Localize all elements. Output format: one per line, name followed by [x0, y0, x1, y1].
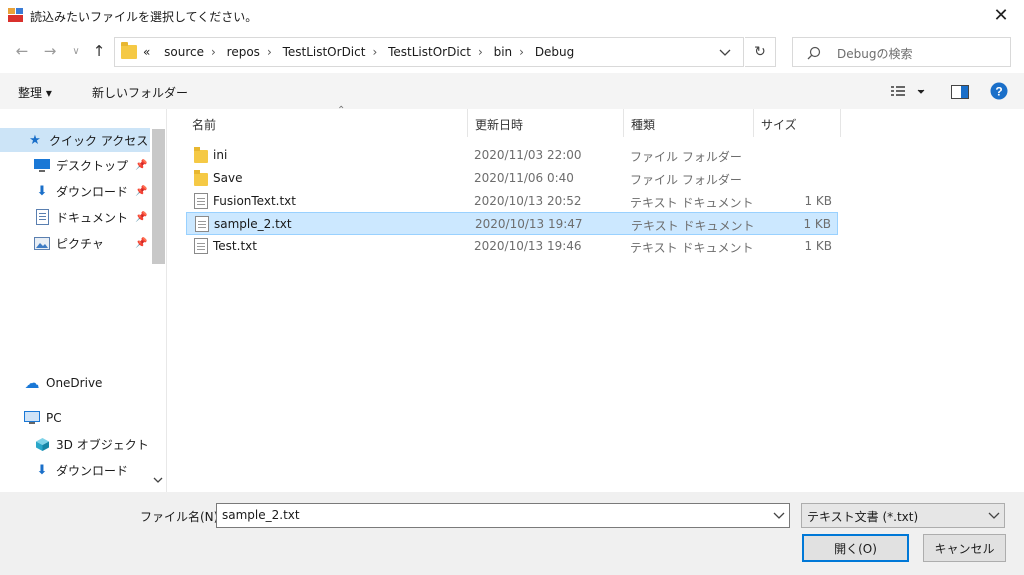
close-icon: ✕ — [993, 5, 1009, 26]
search-icon — [807, 46, 821, 60]
address-dropdown-icon[interactable] — [719, 49, 731, 57]
column-header-type[interactable]: 種類 — [624, 109, 754, 137]
cancel-button[interactable]: キャンセル — [923, 534, 1006, 562]
sidebar-item-label: デスクトップ — [56, 158, 129, 173]
arrow-up-icon: ↑ — [92, 42, 106, 60]
organize-button[interactable]: 整理 ▾ — [18, 84, 52, 101]
chevron-down-icon[interactable] — [988, 512, 1000, 520]
back-button[interactable]: ← — [12, 41, 32, 61]
sidebar-item-onedrive[interactable]: ☁ OneDrive — [0, 371, 150, 395]
open-button[interactable]: 開く(O) — [802, 534, 909, 562]
cloud-icon: ☁ — [24, 374, 40, 392]
cube-icon — [34, 436, 50, 452]
pin-icon[interactable]: 📌 — [135, 238, 147, 249]
view-options-icon[interactable] — [891, 85, 925, 99]
filename-label: ファイル名(N): — [140, 510, 223, 524]
download-icon: ⬇ — [36, 183, 48, 199]
folder-icon — [121, 42, 137, 59]
file-list: ⌃ 名前 更新日時 種類 サイズ ini 2020/11/03 22:00 ファ… — [167, 105, 1024, 492]
chevron-right-icon[interactable]: › — [471, 45, 490, 59]
download-icon: ⬇ — [36, 462, 48, 478]
close-button[interactable]: ✕ — [978, 0, 1024, 31]
text-file-icon — [194, 193, 208, 209]
sidebar-item-pictures[interactable]: ピクチャ 📌 — [0, 231, 150, 255]
sidebar-item-3d-objects[interactable]: 3D オブジェクト — [0, 432, 150, 456]
document-icon — [34, 209, 50, 225]
file-type-select[interactable]: テキスト文書 (*.txt) — [801, 503, 1005, 528]
folder-icon — [194, 147, 208, 163]
file-row-test[interactable]: Test.txt 2020/10/13 19:46 テキスト ドキュメント 1 … — [186, 235, 838, 258]
text-file-icon — [194, 238, 208, 254]
breadcrumb-source[interactable]: source — [164, 45, 204, 59]
sort-ascending-icon: ⌃ — [337, 105, 346, 116]
sidebar-item-label: ピクチャ — [56, 236, 104, 251]
sidebar-scrollbar-thumb[interactable] — [152, 129, 165, 264]
file-row-fusiontext[interactable]: FusionText.txt 2020/10/13 20:52 テキスト ドキュ… — [186, 190, 838, 213]
refresh-icon: ↻ — [754, 44, 766, 60]
sidebar-item-downloads[interactable]: ⬇ ダウンロード 📌 — [0, 179, 150, 203]
arrow-right-icon: → — [43, 42, 57, 60]
pin-icon[interactable]: 📌 — [135, 186, 147, 197]
search-placeholder: Debugの検索 — [837, 47, 913, 61]
filename-dropdown-icon[interactable] — [773, 512, 785, 520]
address-bar[interactable]: « source › repos › TestListOrDict › TestLis… — [114, 37, 744, 67]
column-header-date[interactable]: 更新日時 — [468, 109, 624, 137]
sidebar-item-documents[interactable]: ドキュメント 📌 — [0, 205, 150, 229]
breadcrumb-testlistordict-2[interactable]: TestListOrDict — [388, 45, 471, 59]
pc-icon — [24, 410, 40, 426]
window-title: 読込みたいファイルを選択してください。 — [30, 10, 258, 24]
sidebar-item-label: 3D オブジェクト — [56, 437, 149, 452]
breadcrumb-testlistordict[interactable]: TestListOrDict — [283, 45, 366, 59]
star-icon: ★ — [29, 132, 41, 148]
scroll-down-icon[interactable] — [153, 477, 163, 485]
sidebar-item-label: クイック アクセス — [49, 133, 149, 148]
app-icon — [8, 8, 24, 22]
picture-icon — [34, 235, 50, 251]
recent-locations-button[interactable]: ∨ — [66, 41, 86, 61]
pin-icon[interactable]: 📌 — [135, 212, 147, 223]
sidebar-item-downloads-pc[interactable]: ⬇ ダウンロード — [0, 458, 150, 482]
sidebar-item-pc[interactable]: PC — [0, 406, 150, 430]
chevron-down-icon: ∨ — [72, 45, 80, 57]
chevron-right-icon[interactable]: › — [260, 45, 279, 59]
breadcrumb-debug[interactable]: Debug — [535, 45, 574, 59]
sidebar-item-quick-access[interactable]: ★ クイック アクセス — [0, 128, 150, 152]
sidebar-item-label: ドキュメント — [56, 210, 129, 225]
pin-icon[interactable]: 📌 — [135, 160, 147, 171]
sidebar-item-label: ダウンロード — [56, 463, 129, 478]
file-row-ini[interactable]: ini 2020/11/03 22:00 ファイル フォルダー — [186, 144, 838, 167]
help-icon[interactable]: ? — [990, 82, 1008, 100]
preview-pane-icon[interactable] — [951, 85, 969, 99]
navigation-bar: ← → ∨ ↑ « source › repos › TestListOrDict ›… — [0, 31, 1024, 73]
column-header-name[interactable]: ⌃ 名前 — [185, 105, 468, 137]
sidebar-item-label: PC — [46, 411, 62, 425]
command-bar: 整理 ▾ 新しいフォルダー ? — [0, 73, 1024, 109]
chevron-right-icon[interactable]: › — [204, 45, 223, 59]
title-bar: 読込みたいファイルを選択してください。 ✕ — [0, 0, 1024, 31]
forward-button[interactable]: → — [40, 41, 60, 61]
sidebar-item-desktop[interactable]: デスクトップ 📌 — [0, 153, 150, 177]
file-row-sample-2[interactable]: sample_2.txt 2020/10/13 19:47 テキスト ドキュメン… — [186, 212, 838, 235]
folder-icon — [194, 170, 208, 186]
text-file-icon — [195, 216, 209, 232]
dialog-footer: ファイル名(N): sample_2.txt テキスト文書 (*.txt) 開く… — [0, 492, 1024, 575]
filename-input[interactable]: sample_2.txt — [216, 503, 790, 528]
breadcrumb-repos[interactable]: repos — [227, 45, 260, 59]
column-header-size[interactable]: サイズ — [754, 109, 841, 137]
breadcrumb: « source › repos › TestListOrDict › TestLis… — [143, 45, 574, 59]
sidebar-item-label: OneDrive — [46, 376, 103, 390]
desktop-icon — [34, 157, 50, 173]
svg-text:?: ? — [995, 85, 1002, 99]
arrow-left-icon: ← — [15, 42, 29, 60]
search-input[interactable]: Debugの検索 — [792, 37, 1011, 67]
chevron-right-icon[interactable]: › — [512, 45, 531, 59]
sidebar-item-label: ダウンロード — [56, 184, 129, 199]
up-button[interactable]: ↑ — [89, 41, 109, 61]
breadcrumb-bin[interactable]: bin — [494, 45, 513, 59]
navigation-pane: ★ クイック アクセス デスクトップ 📌 ⬇ ダウンロード 📌 ドキュメント 📌… — [0, 109, 167, 492]
chevron-right-icon[interactable]: › — [365, 45, 384, 59]
new-folder-button[interactable]: 新しいフォルダー — [92, 84, 188, 101]
refresh-button[interactable]: ↻ — [745, 37, 776, 67]
file-row-save[interactable]: Save 2020/11/06 0:40 ファイル フォルダー — [186, 167, 838, 190]
